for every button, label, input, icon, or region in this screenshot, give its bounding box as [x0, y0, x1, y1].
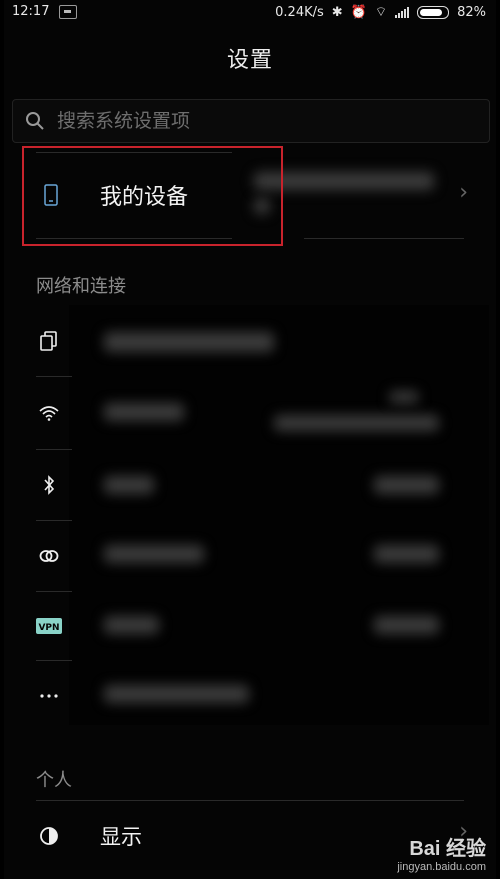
dual-sim-icon — [38, 330, 60, 352]
search-input[interactable] — [55, 109, 439, 133]
wifi-status-icon: ⌔ — [374, 5, 388, 20]
notification-icon — [59, 4, 78, 19]
blurred-item-label — [104, 476, 154, 494]
highlight-box — [22, 146, 283, 246]
search-box[interactable] — [12, 99, 490, 143]
bluetooth-row[interactable] — [4, 450, 496, 520]
blurred-item-label — [104, 403, 184, 421]
blurred-item-value — [374, 545, 439, 563]
battery-level: 82% — [457, 4, 486, 20]
wifi-icon — [38, 402, 60, 424]
link-icon — [38, 545, 60, 567]
divider — [304, 238, 464, 239]
section-header-network: 网络和连接 — [36, 276, 126, 297]
svg-text:VPN: VPN — [38, 623, 59, 633]
wifi-row[interactable] — [4, 377, 496, 449]
watermark-url: jingyan.baidu.com — [397, 861, 486, 873]
bluetooth-icon — [38, 474, 60, 496]
settings-screen: 12:17 0.24K/s ✱ ⏰ ⌔ 82% 设置 我的设备 — [4, 0, 496, 879]
more-icon — [38, 685, 60, 707]
battery-icon — [417, 5, 450, 19]
network-speed: 0.24K/s — [275, 4, 324, 20]
blurred-item-label — [104, 545, 204, 563]
blurred-item-value — [374, 476, 439, 494]
sim-card-row[interactable] — [4, 306, 496, 376]
blurred-item-value — [274, 415, 439, 431]
signal-icon — [395, 6, 410, 18]
search-icon — [26, 112, 44, 130]
watermark-brand: Bai 经验 — [409, 838, 486, 860]
bluetooth-status-icon: ✱ — [331, 4, 343, 20]
blurred-item-value — [389, 391, 419, 403]
link-row[interactable] — [4, 521, 496, 591]
blurred-item-value — [374, 616, 439, 634]
display-icon — [38, 825, 60, 847]
page-title: 设置 — [226, 48, 273, 73]
more-row[interactable] — [4, 661, 496, 731]
alarm-icon: ⏰ — [350, 4, 367, 20]
vpn-icon: VPN — [36, 615, 62, 637]
blurred-item-label — [104, 616, 159, 634]
display-label: 显示 — [100, 825, 142, 849]
baidu-watermark-logo: Bai 经验 jingyan.baidu.com — [397, 832, 486, 873]
blurred-item-label — [104, 332, 274, 352]
blurred-item-label — [104, 685, 249, 703]
vpn-row[interactable]: VPN — [4, 592, 496, 660]
status-time: 12:17 — [12, 4, 50, 19]
section-header-personal: 个人 — [36, 770, 72, 791]
status-bar: 12:17 0.24K/s ✱ ⏰ ⌔ 82% — [4, 0, 496, 24]
chevron-right-icon: › — [459, 180, 468, 205]
